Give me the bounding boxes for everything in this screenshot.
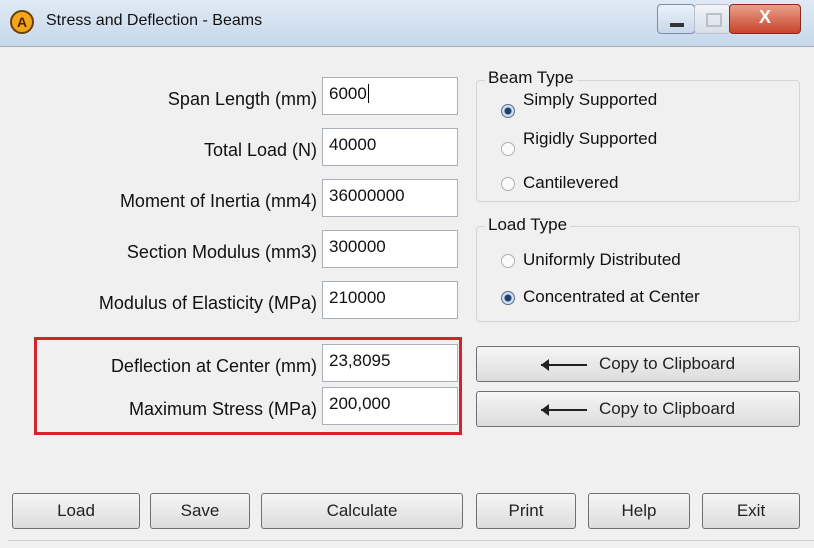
radio-rigidly-supported-label[interactable]: Rigidly Supported — [523, 131, 663, 163]
stress-deflection-window: A Stress and Deflection - Beams X Span L… — [0, 0, 814, 548]
modulus-of-elasticity-input[interactable]: 210000 — [322, 281, 458, 319]
copy-stress-label: Copy to Clipboard — [598, 399, 736, 418]
calculate-button[interactable]: Calculate — [261, 493, 463, 529]
span-length-label: Span Length (mm) — [167, 89, 317, 109]
copy-deflection-button[interactable]: Copy to Clipboard — [476, 346, 800, 382]
arrow-left-icon — [540, 403, 587, 416]
moment-of-inertia-label: Moment of Inertia (mm4) — [119, 191, 317, 211]
deflection-output[interactable]: 23,8095 — [322, 344, 458, 382]
maximize-button — [694, 4, 730, 34]
copy-deflection-label: Copy to Clipboard — [598, 354, 736, 373]
beam-type-title: Beam Type — [485, 68, 577, 88]
maximum-stress-output[interactable]: 200,000 — [322, 387, 458, 425]
window-bottom-edge — [8, 540, 814, 541]
span-length-input[interactable]: 6000 — [322, 77, 458, 115]
title-bar[interactable]: A Stress and Deflection - Beams X — [0, 0, 814, 47]
radio-cantilevered-label[interactable]: Cantilevered — [523, 173, 618, 193]
arrow-left-icon — [540, 358, 587, 371]
close-button[interactable]: X — [729, 4, 801, 34]
load-type-title: Load Type — [485, 215, 571, 235]
maximum-stress-label: Maximum Stress (MPa) — [128, 399, 317, 419]
close-icon: X — [758, 7, 771, 27]
app-icon[interactable]: A — [10, 10, 34, 34]
minimize-button[interactable] — [657, 4, 695, 34]
total-load-label: Total Load (N) — [203, 140, 317, 160]
app-icon-letter: A — [16, 14, 28, 30]
load-type-group — [476, 226, 800, 322]
radio-cantilevered[interactable] — [501, 177, 515, 191]
radio-uniformly-distributed-label[interactable]: Uniformly Distributed — [523, 250, 681, 270]
window-title: Stress and Deflection - Beams — [46, 12, 263, 29]
moment-of-inertia-input[interactable]: 36000000 — [322, 179, 458, 217]
modulus-of-elasticity-label: Modulus of Elasticity (MPa) — [98, 293, 317, 313]
exit-button[interactable]: Exit — [702, 493, 800, 529]
print-button[interactable]: Print — [476, 493, 576, 529]
total-load-input[interactable]: 40000 — [322, 128, 458, 166]
radio-uniformly-distributed[interactable] — [501, 254, 515, 268]
copy-stress-button[interactable]: Copy to Clipboard — [476, 391, 800, 427]
radio-simply-supported[interactable] — [501, 104, 515, 118]
radio-concentrated-at-center[interactable] — [501, 291, 515, 305]
radio-simply-supported-label[interactable]: Simply Supported — [523, 92, 663, 124]
section-modulus-label: Section Modulus (mm3) — [126, 242, 317, 262]
save-button[interactable]: Save — [150, 493, 250, 529]
load-button[interactable]: Load — [12, 493, 140, 529]
section-modulus-input[interactable]: 300000 — [322, 230, 458, 268]
deflection-label: Deflection at Center (mm) — [110, 356, 317, 376]
radio-rigidly-supported[interactable] — [501, 142, 515, 156]
radio-concentrated-at-center-label[interactable]: Concentrated at Center — [523, 287, 700, 307]
help-button[interactable]: Help — [588, 493, 690, 529]
